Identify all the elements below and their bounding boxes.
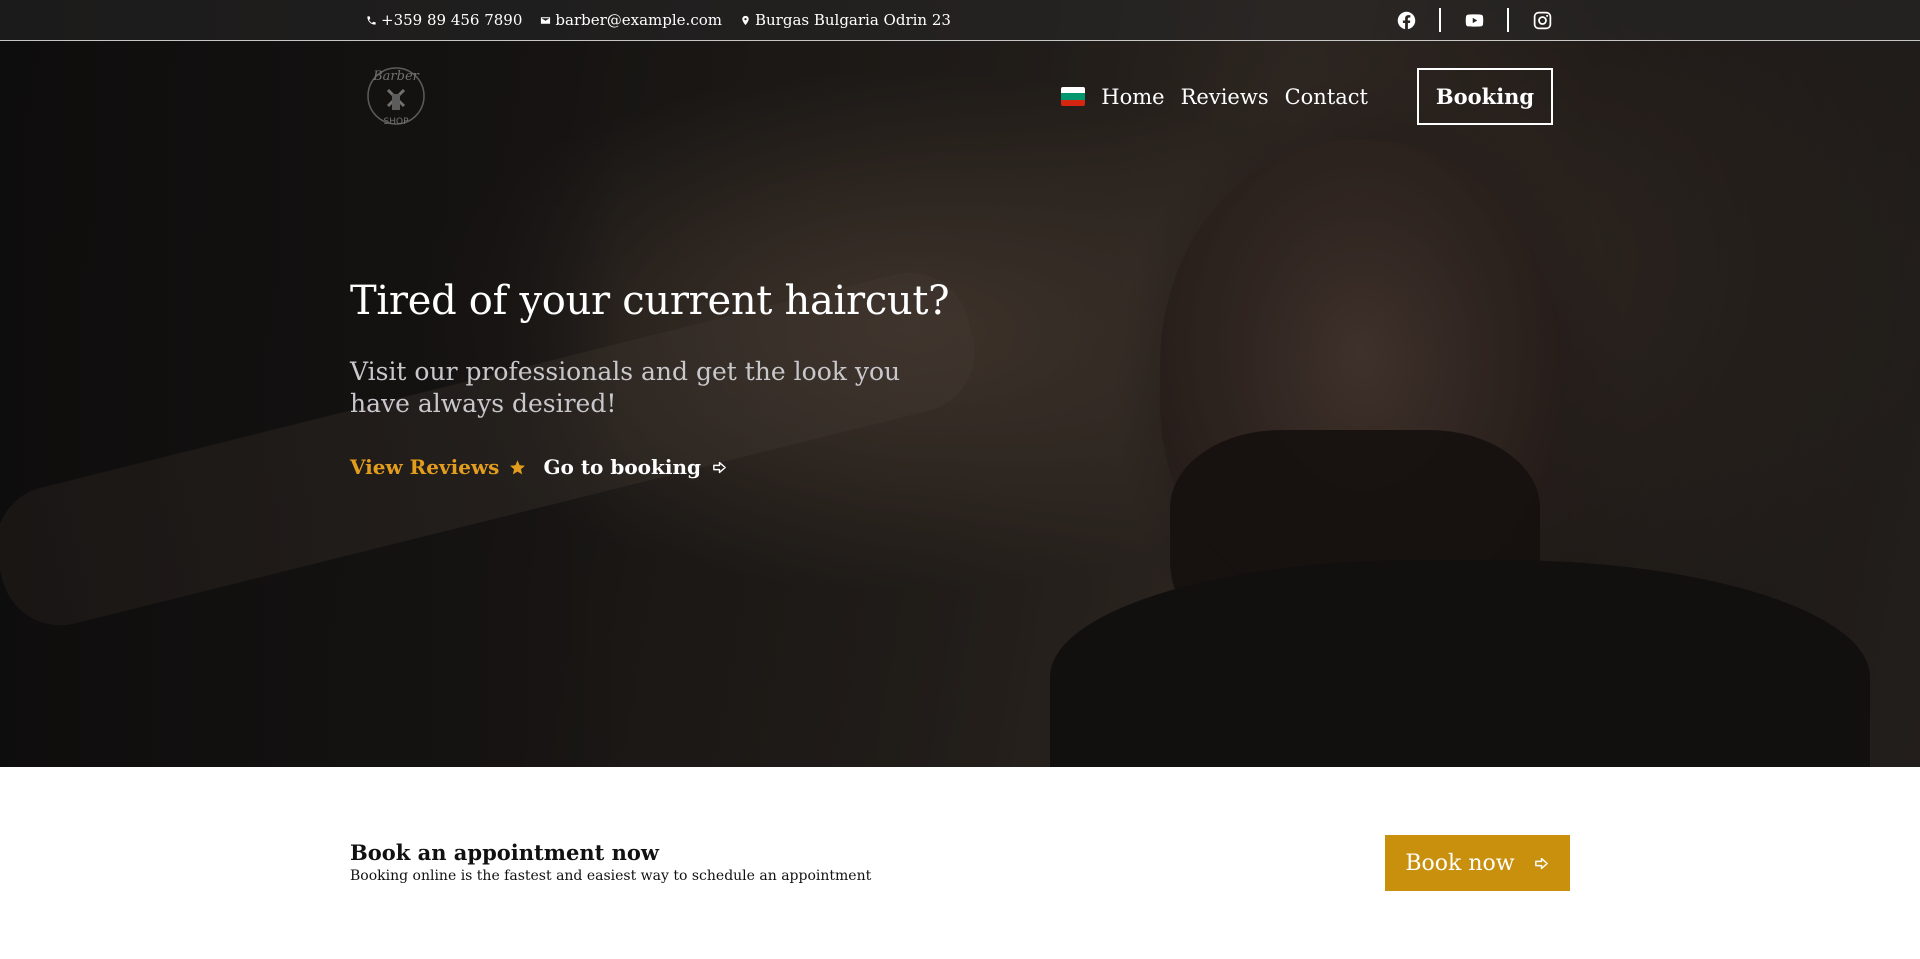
facebook-icon[interactable]: [1395, 9, 1417, 31]
hero-title: Tired of your current haircut?: [350, 278, 950, 324]
contact-phone[interactable]: +359 89 456 7890: [366, 11, 522, 29]
mail-icon: [541, 16, 551, 24]
barber-shop-logo[interactable]: Barber SHOP: [362, 60, 430, 132]
nav-link-reviews[interactable]: Reviews: [1181, 85, 1269, 109]
social-divider: [1507, 8, 1509, 32]
hero-subtitle: Visit our professionals and get the look…: [350, 357, 901, 418]
arrow-right-icon: [713, 461, 726, 473]
hero-overlay: [0, 0, 1920, 767]
logo-script-text: Barber: [372, 69, 420, 84]
location-pin-icon: [742, 15, 749, 25]
social-divider: [1439, 8, 1441, 32]
instagram-icon[interactable]: [1531, 9, 1553, 31]
youtube-icon[interactable]: [1463, 9, 1485, 31]
logo-shop-text: SHOP: [384, 117, 410, 127]
phone-text: +359 89 456 7890: [381, 11, 523, 29]
arrow-right-icon: [1534, 857, 1548, 869]
main-nav: Home Reviews Contact Booking: [1061, 68, 1553, 125]
go-to-booking-link[interactable]: Go to booking: [543, 455, 728, 479]
top-contact-bar: +359 89 456 7890 barber@example.com Burg…: [0, 0, 1920, 41]
nav-link-contact[interactable]: Contact: [1285, 85, 1368, 109]
booking-button[interactable]: Booking: [1417, 68, 1553, 125]
email-text: barber@example.com: [555, 11, 722, 29]
star-icon: [510, 459, 526, 474]
appointment-section: Book an appointment now Booking online i…: [0, 767, 1920, 959]
contact-address[interactable]: Burgas Bulgaria Odrin 23: [740, 11, 951, 29]
address-text: Burgas Bulgaria Odrin 23: [754, 11, 951, 29]
book-now-label: Book now: [1405, 850, 1515, 876]
view-reviews-link[interactable]: View Reviews: [350, 455, 526, 479]
hero-section: +359 89 456 7890 barber@example.com Burg…: [0, 0, 1920, 767]
hero-actions: View Reviews Go to booking: [350, 455, 728, 479]
contact-list: +359 89 456 7890 barber@example.com Burg…: [366, 11, 951, 29]
social-links: [1395, 8, 1553, 32]
phone-icon: [367, 15, 376, 25]
contact-email[interactable]: barber@example.com: [540, 11, 722, 29]
bulgaria-flag-icon[interactable]: [1061, 87, 1086, 106]
appointment-title: Book an appointment now: [350, 840, 659, 865]
view-reviews-label: View Reviews: [350, 455, 500, 479]
go-to-booking-label: Go to booking: [543, 455, 702, 479]
book-now-button[interactable]: Book now: [1385, 835, 1570, 891]
appointment-text: Booking online is the fastest and easies…: [350, 868, 872, 884]
nav-link-home[interactable]: Home: [1101, 85, 1164, 109]
